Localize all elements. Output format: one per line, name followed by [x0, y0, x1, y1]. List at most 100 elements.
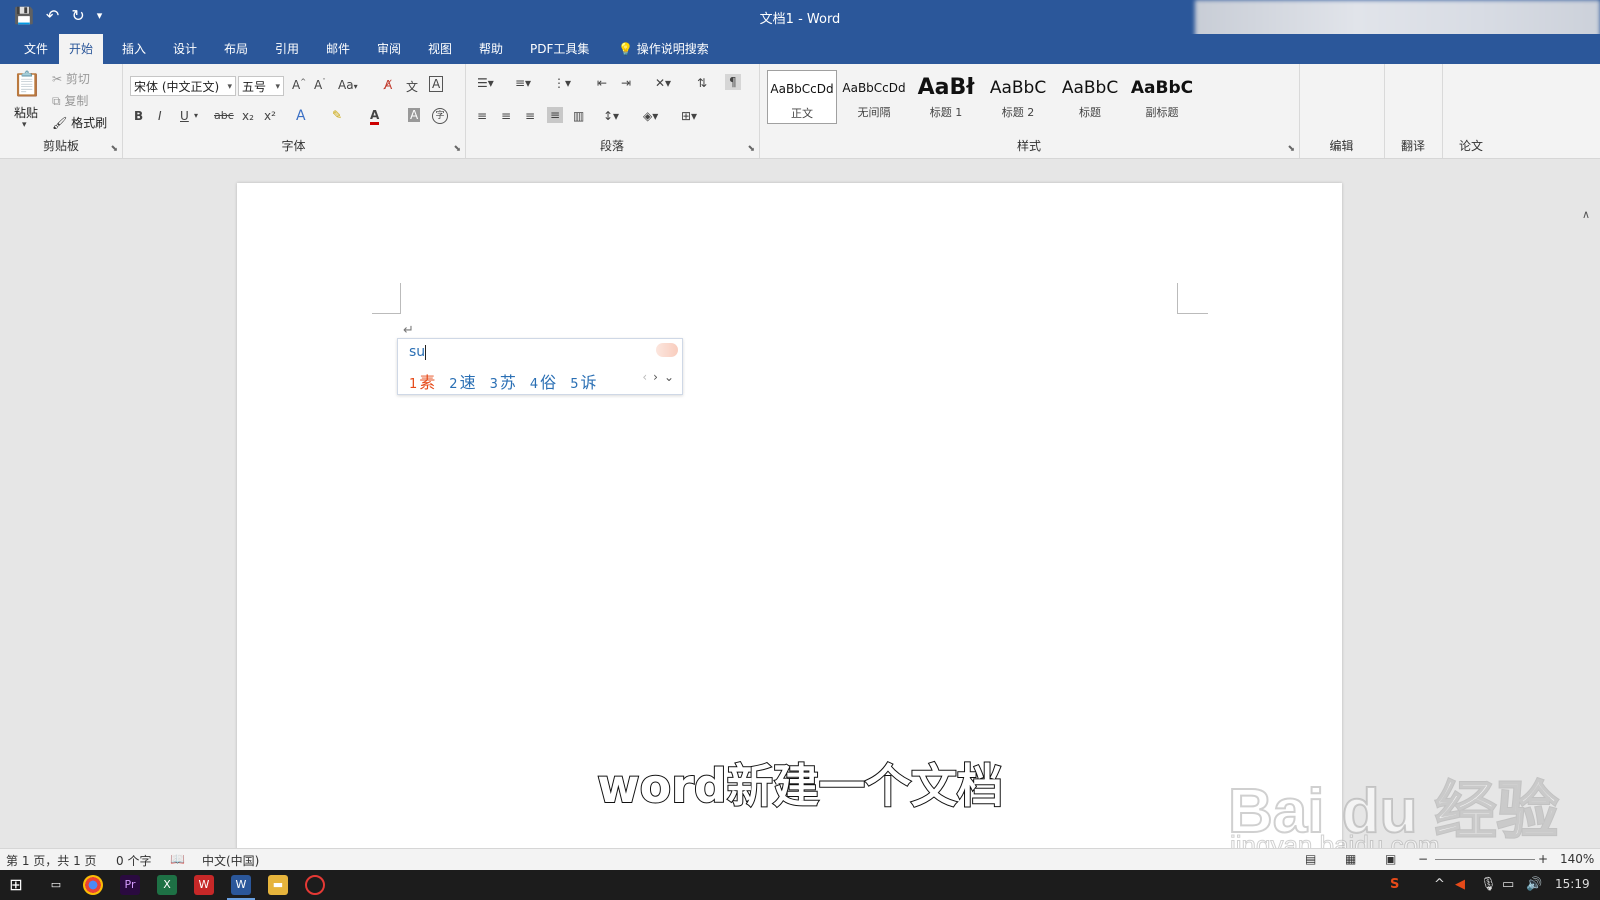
tab-design[interactable]: 设计: [163, 34, 207, 64]
tab-layout[interactable]: 布局: [214, 34, 258, 64]
chrome-icon[interactable]: [83, 875, 103, 895]
wps-icon[interactable]: W: [194, 875, 214, 895]
chinese-layout-icon[interactable]: ✕▾: [655, 76, 671, 90]
excel-icon[interactable]: X: [157, 875, 177, 895]
character-border-icon[interactable]: A: [429, 76, 444, 92]
shading-icon[interactable]: ◈▾: [643, 109, 658, 123]
volume-icon[interactable]: 🔊: [1526, 877, 1542, 892]
phonetic-guide-icon[interactable]: 文: [406, 78, 418, 95]
font-launcher-icon[interactable]: ⬊: [453, 144, 461, 154]
underline-button[interactable]: U: [180, 109, 189, 123]
clock[interactable]: 15:19: [1555, 877, 1590, 891]
sogou-ime-icon[interactable]: S: [1390, 877, 1399, 892]
chevron-down-icon[interactable]: ▾: [22, 120, 27, 130]
tab-help[interactable]: 帮助: [469, 34, 513, 64]
tell-me-search[interactable]: 💡 操作说明搜索: [608, 34, 719, 64]
style-heading-1[interactable]: AaBł 标题 1: [911, 70, 981, 124]
print-layout-icon[interactable]: ▦: [1345, 852, 1356, 866]
enclose-character-icon[interactable]: 字: [432, 108, 448, 124]
microphone-icon[interactable]: 🎙: [1480, 877, 1497, 892]
superscript-button[interactable]: x²: [264, 109, 276, 123]
translate-label[interactable]: 翻译: [1384, 137, 1442, 154]
highlight-icon[interactable]: ✎: [332, 108, 342, 122]
web-layout-icon[interactable]: ▣: [1385, 852, 1396, 866]
ime-candidate[interactable]: 4俗: [530, 369, 556, 393]
justify-icon[interactable]: ≡: [547, 107, 564, 123]
ime-candidate[interactable]: 3苏: [490, 369, 516, 393]
chevron-down-icon[interactable]: ⌄: [664, 370, 674, 384]
network-icon[interactable]: ▭: [1502, 877, 1514, 892]
read-mode-icon[interactable]: ▤: [1305, 852, 1316, 866]
copy-button[interactable]: ⧉ 复制: [52, 92, 88, 109]
language-indicator[interactable]: 中文(中国): [202, 852, 259, 869]
format-painter-button[interactable]: 🖌 格式刷: [52, 114, 107, 131]
chevron-left-icon[interactable]: ‹: [642, 370, 647, 384]
tab-view[interactable]: 视图: [418, 34, 462, 64]
premiere-icon[interactable]: Pr: [120, 875, 140, 895]
sort-icon[interactable]: ⇅: [697, 76, 707, 90]
text-effects-icon[interactable]: A: [296, 108, 306, 124]
style-heading-2[interactable]: AaBbC 标题 2: [983, 70, 1053, 124]
tab-insert[interactable]: 插入: [112, 34, 156, 64]
multilevel-list-icon[interactable]: ⋮▾: [553, 76, 571, 90]
increase-indent-icon[interactable]: ⇥: [621, 76, 631, 90]
chevron-up-icon[interactable]: ^: [1434, 877, 1445, 892]
style-subtitle[interactable]: AaBbC 副标题: [1127, 70, 1197, 124]
collapse-ribbon-icon[interactable]: ∧: [1582, 208, 1590, 221]
paragraph-launcher-icon[interactable]: ⬊: [747, 144, 755, 154]
word-icon[interactable]: W: [231, 875, 251, 895]
shrink-font-icon[interactable]: Aˇ: [314, 78, 326, 92]
zoom-out-icon[interactable]: −: [1418, 852, 1428, 866]
show-marks-icon[interactable]: ¶: [725, 74, 741, 90]
change-case-button[interactable]: Aa▾: [338, 78, 358, 92]
zoom-level[interactable]: 140%: [1560, 852, 1594, 866]
style-title[interactable]: AaBbC 标题: [1055, 70, 1125, 124]
chevron-right-icon[interactable]: ›: [653, 370, 658, 384]
word-count[interactable]: 0 个字: [116, 852, 151, 869]
distributed-icon[interactable]: ▥: [573, 109, 584, 123]
style-normal[interactable]: AaBbCcDd 正文: [767, 70, 837, 124]
styles-launcher-icon[interactable]: ⬊: [1287, 144, 1295, 154]
record-icon[interactable]: [305, 875, 325, 895]
zoom-in-icon[interactable]: +: [1538, 852, 1548, 866]
line-spacing-icon[interactable]: ↕▾: [603, 109, 619, 123]
tab-references[interactable]: 引用: [265, 34, 309, 64]
paper-label[interactable]: 论文: [1442, 137, 1500, 154]
align-right-icon[interactable]: ≡: [525, 109, 535, 123]
task-view-icon[interactable]: ▭: [46, 875, 66, 895]
numbering-icon[interactable]: ≡▾: [515, 76, 531, 90]
bold-button[interactable]: B: [134, 109, 143, 123]
font-size-select[interactable]: 五号 ▾: [238, 76, 284, 96]
flag-icon[interactable]: ◀: [1455, 877, 1465, 892]
ime-candidate[interactable]: 2速: [449, 369, 475, 393]
borders-icon[interactable]: ⊞▾: [681, 109, 697, 123]
font-color-icon[interactable]: A: [370, 108, 380, 125]
paste-icon[interactable]: 📋: [12, 70, 42, 98]
page-count[interactable]: 第 1 页，共 1 页: [6, 852, 97, 869]
paste-button[interactable]: 粘贴: [14, 104, 38, 121]
ime-candidate[interactable]: 5诉: [570, 369, 596, 393]
align-center-icon[interactable]: ≡: [501, 109, 511, 123]
subscript-button[interactable]: x₂: [242, 109, 254, 123]
tab-review[interactable]: 审阅: [367, 34, 411, 64]
ime-candidate[interactable]: 1素: [409, 369, 435, 393]
clipboard-launcher-icon[interactable]: ⬊: [110, 144, 118, 154]
chevron-down-icon[interactable]: ▾: [194, 111, 198, 120]
windows-start-icon[interactable]: ⊞: [6, 875, 26, 895]
tab-home[interactable]: 开始: [59, 34, 104, 64]
font-name-select[interactable]: 宋体 (中文正文) ▾: [130, 76, 236, 96]
strikethrough-button[interactable]: abc: [214, 109, 234, 122]
clear-formatting-icon[interactable]: A̸: [384, 78, 392, 92]
tab-file[interactable]: 文件: [14, 34, 58, 64]
file-explorer-icon[interactable]: ▬: [268, 875, 288, 895]
zoom-slider[interactable]: [1435, 859, 1535, 860]
align-left-icon[interactable]: ≡: [477, 109, 487, 123]
tab-pdf-tools[interactable]: PDF工具集: [520, 34, 599, 64]
grow-font-icon[interactable]: A^: [292, 78, 306, 92]
cut-button[interactable]: ✂ 剪切: [52, 70, 90, 87]
tab-mailings[interactable]: 邮件: [316, 34, 360, 64]
ime-candidate-window[interactable]: su 1素 2速 3苏 4俗 5诉 ‹ › ⌄: [397, 338, 683, 395]
character-shading-icon[interactable]: A: [408, 108, 421, 122]
decrease-indent-icon[interactable]: ⇤: [597, 76, 607, 90]
bullets-icon[interactable]: ☰▾: [477, 76, 494, 90]
